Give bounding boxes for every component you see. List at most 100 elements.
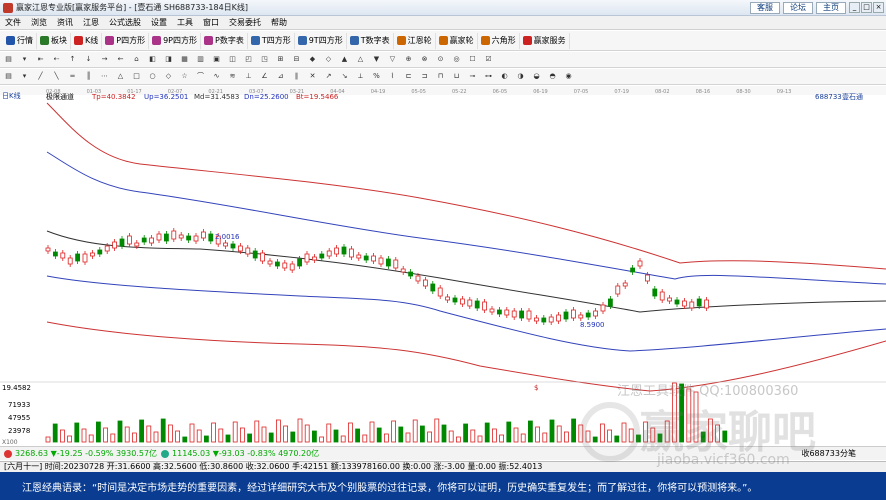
toolbar-button-11[interactable]: 六角形 <box>478 32 520 49</box>
index-sh[interactable]: 3268.63 ▼-19.25 -0.59% 3930.57亿 <box>4 448 157 459</box>
analysis-tool-icon[interactable]: ⊓ <box>435 71 446 82</box>
toolbar-button-5[interactable]: P数字表 <box>201 32 248 49</box>
analysis-tool-icon[interactable]: □ <box>131 71 142 82</box>
homepage-link[interactable]: 主页 <box>816 2 846 14</box>
menu-gann[interactable]: 江恩 <box>78 17 104 28</box>
analysis-tool-icon[interactable]: ✕ <box>307 71 318 82</box>
draw-tool-icon[interactable]: ◳ <box>259 54 270 65</box>
toolbar-button-0[interactable]: 行情 <box>3 32 37 49</box>
analysis-tool-icon[interactable]: ⊶ <box>483 71 494 82</box>
analysis-tool-icon[interactable]: ▾ <box>19 71 30 82</box>
toolbar-button-4[interactable]: 9P四方形 <box>149 32 201 49</box>
analysis-tool-icon[interactable]: △ <box>115 71 126 82</box>
menu-settings[interactable]: 设置 <box>146 17 172 28</box>
candle-body <box>415 275 421 282</box>
toolbar-button-3[interactable]: P四方形 <box>102 32 150 49</box>
maximize-button[interactable]: □ <box>861 2 872 13</box>
analysis-tool-icon[interactable]: ⋯ <box>99 71 110 82</box>
menu-news[interactable]: 资讯 <box>52 17 78 28</box>
minimize-button[interactable]: _ <box>849 2 860 13</box>
analysis-tool-icon[interactable]: ◑ <box>515 71 526 82</box>
index-sz[interactable]: 11145.03 ▼-93.03 -0.83% 4970.20亿 <box>161 448 319 459</box>
toolbar-button-2[interactable]: K线 <box>71 32 103 49</box>
draw-tool-icon[interactable]: ◎ <box>451 54 462 65</box>
draw-tool-icon[interactable]: ▲ <box>339 54 350 65</box>
menu-file[interactable]: 文件 <box>0 17 26 28</box>
draw-tool-icon[interactable]: ☑ <box>483 54 494 65</box>
analysis-tool-icon[interactable]: ╱ <box>35 71 46 82</box>
analysis-tool-icon[interactable]: ⊐ <box>419 71 430 82</box>
menu-formula[interactable]: 公式选股 <box>104 17 146 28</box>
analysis-tool-icon[interactable]: ⊿ <box>275 71 286 82</box>
analysis-tool-icon[interactable]: ☆ <box>179 71 190 82</box>
draw-tool-icon[interactable]: ◆ <box>307 54 318 65</box>
analysis-tool-icon[interactable]: ║ <box>83 71 94 82</box>
toolbar-button-9[interactable]: 江恩轮 <box>394 32 436 49</box>
analysis-tool-icon[interactable]: ⟂ <box>355 71 366 82</box>
draw-tool-icon[interactable]: ▦ <box>179 54 190 65</box>
draw-tool-icon[interactable]: ⌂ <box>131 54 142 65</box>
menu-tools[interactable]: 工具 <box>172 17 198 28</box>
draw-tool-icon[interactable]: ◰ <box>243 54 254 65</box>
analysis-tool-icon[interactable]: ○ <box>147 71 158 82</box>
toolbar-button-10[interactable]: 赢家轮 <box>436 32 478 49</box>
menu-browse[interactable]: 浏览 <box>26 17 52 28</box>
draw-tool-icon[interactable]: ⊟ <box>291 54 302 65</box>
analysis-tool-icon[interactable]: ▤ <box>3 71 14 82</box>
draw-tool-icon[interactable]: ▥ <box>195 54 206 65</box>
analysis-tool-icon[interactable]: ≋ <box>227 71 238 82</box>
analysis-tool-icon[interactable]: ⌇ <box>387 71 398 82</box>
draw-tool-icon[interactable]: ⊙ <box>435 54 446 65</box>
draw-tool-icon[interactable]: ⊗ <box>419 54 430 65</box>
draw-tool-icon[interactable]: ▼ <box>371 54 382 65</box>
toolbar-button-6[interactable]: T四方形 <box>248 32 295 49</box>
toolbar-button-8[interactable]: T数字表 <box>347 32 394 49</box>
toolbar-button-12[interactable]: 赢家服务 <box>520 32 570 49</box>
forum-link[interactable]: 论坛 <box>783 2 813 14</box>
analysis-tool-icon[interactable]: ⊏ <box>403 71 414 82</box>
draw-tool-icon[interactable]: ◫ <box>227 54 238 65</box>
analysis-tool-icon[interactable]: ⌒ <box>195 71 206 82</box>
analysis-tool-icon[interactable]: ⊸ <box>467 71 478 82</box>
analysis-tool-icon[interactable]: ◐ <box>499 71 510 82</box>
analysis-tool-icon[interactable]: ◉ <box>563 71 574 82</box>
analysis-tool-icon[interactable]: ⊔ <box>451 71 462 82</box>
draw-tool-icon[interactable]: ⊞ <box>275 54 286 65</box>
toolbar-button-7[interactable]: 9T四方形 <box>295 32 347 49</box>
menu-help[interactable]: 帮助 <box>266 17 292 28</box>
draw-tool-icon[interactable]: ◨ <box>163 54 174 65</box>
customer-service-link[interactable]: 客服 <box>750 2 780 14</box>
draw-tool-icon[interactable]: ⇠ <box>51 54 62 65</box>
draw-tool-icon[interactable]: → <box>99 54 110 65</box>
analysis-tool-icon[interactable]: ∠ <box>259 71 270 82</box>
analysis-tool-icon[interactable]: ⊥ <box>243 71 254 82</box>
menu-window[interactable]: 窗口 <box>198 17 224 28</box>
analysis-tool-icon[interactable]: ↗ <box>323 71 334 82</box>
draw-tool-icon[interactable]: ▽ <box>387 54 398 65</box>
menu-trade[interactable]: 交易委托 <box>224 17 266 28</box>
analysis-tool-icon[interactable]: ∿ <box>211 71 222 82</box>
analysis-tool-icon[interactable]: ◓ <box>547 71 558 82</box>
draw-tool-icon[interactable]: ← <box>115 54 126 65</box>
analysis-tool-icon[interactable]: ◒ <box>531 71 542 82</box>
analysis-tool-icon[interactable]: ╲ <box>51 71 62 82</box>
draw-tool-icon[interactable]: ☐ <box>467 54 478 65</box>
analysis-tool-icon[interactable]: ∥ <box>291 71 302 82</box>
draw-tool-icon[interactable]: ⇤ <box>35 54 46 65</box>
analysis-tool-icon[interactable]: ↘ <box>339 71 350 82</box>
draw-tool-icon[interactable]: ◇ <box>323 54 334 65</box>
volume-axis-2: 47955 <box>8 414 30 422</box>
analysis-tool-icon[interactable]: ◇ <box>163 71 174 82</box>
draw-tool-icon[interactable]: △ <box>355 54 366 65</box>
draw-tool-icon[interactable]: ↓ <box>83 54 94 65</box>
analysis-tool-icon[interactable]: ═ <box>67 71 78 82</box>
close-button[interactable]: × <box>873 2 884 13</box>
analysis-tool-icon[interactable]: % <box>371 71 382 82</box>
toolbar-button-1[interactable]: 板块 <box>37 32 71 49</box>
draw-tool-icon[interactable]: ▣ <box>211 54 222 65</box>
draw-tool-icon[interactable]: ↑ <box>67 54 78 65</box>
draw-tool-icon[interactable]: ▤ <box>3 54 14 65</box>
draw-tool-icon[interactable]: ◧ <box>147 54 158 65</box>
draw-tool-icon[interactable]: ⊕ <box>403 54 414 65</box>
draw-tool-icon[interactable]: ▾ <box>19 54 30 65</box>
